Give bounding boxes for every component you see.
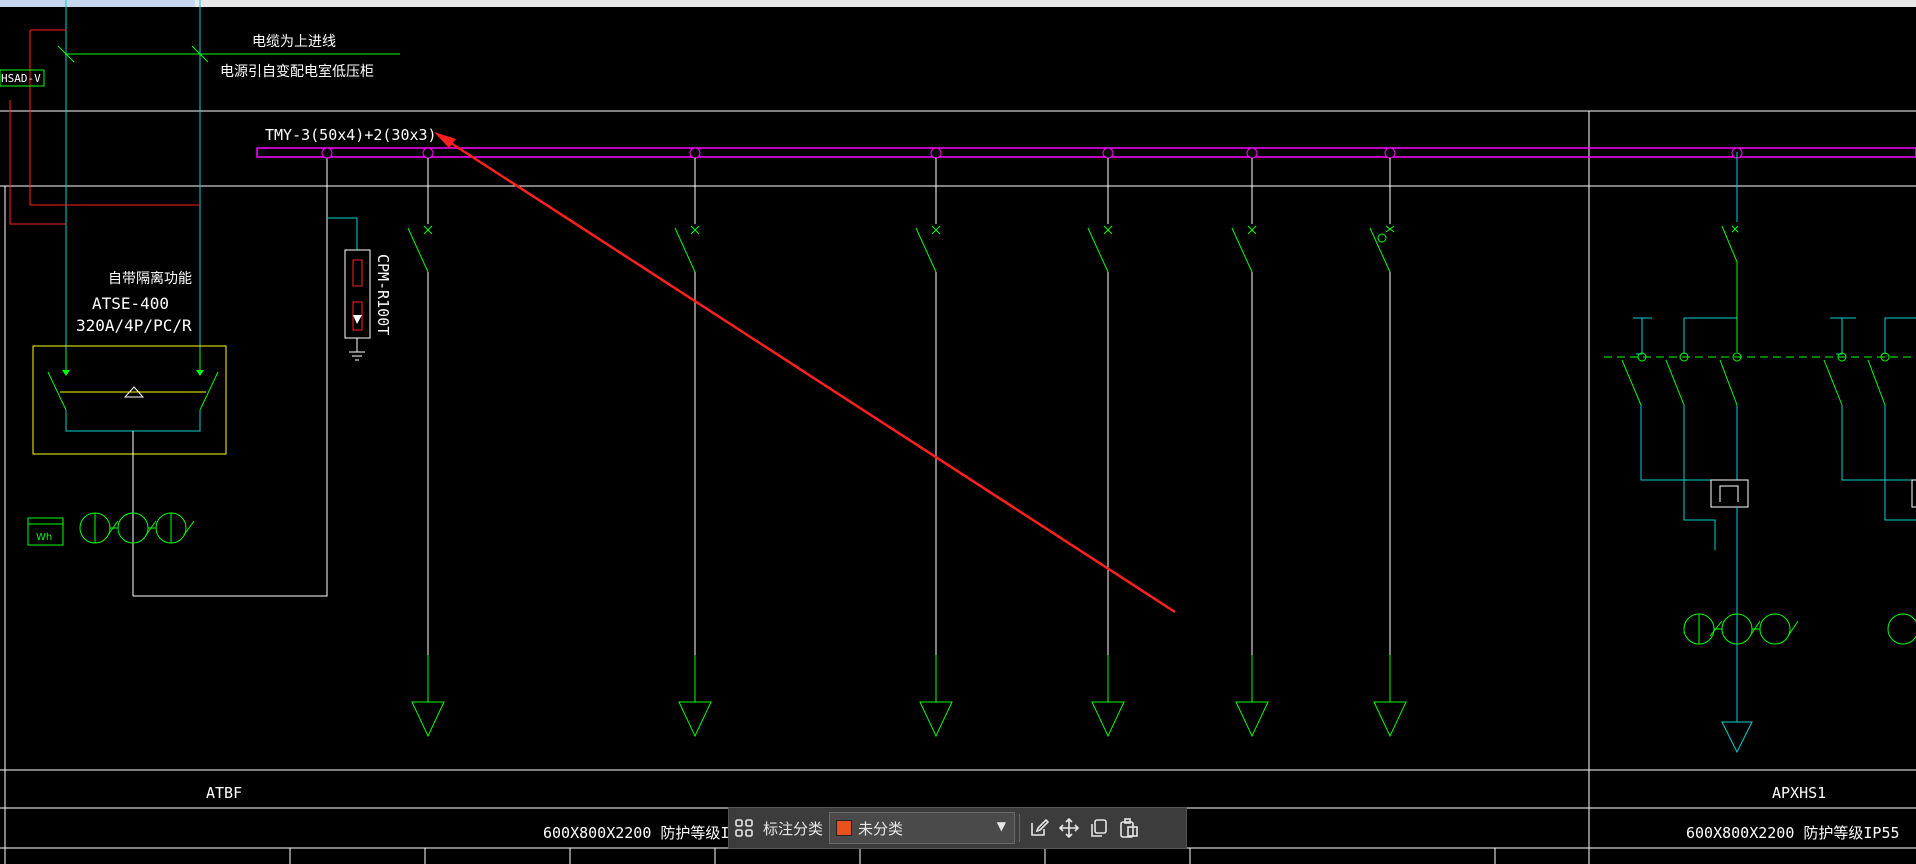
meter-label: Wh (36, 532, 52, 543)
panel-right-spec: 600X800X2200 防护等级IP55 (1686, 824, 1900, 842)
cad-drawing-canvas[interactable]: HSAD-V 电缆为上进线 电源引自变配电室低压柜 TMY-3(50x4)+2(… (0, 0, 1916, 864)
atse-model: ATSE-400 (92, 294, 169, 313)
annotation-category-label: 标注分类 (763, 819, 824, 838)
move-icon[interactable] (1054, 813, 1084, 843)
cable-note: 电缆为上进线 (252, 34, 336, 50)
red-arrow-annotation[interactable] (434, 132, 1176, 614)
atse-unit[interactable] (32, 345, 227, 596)
meter-wire (133, 153, 328, 597)
left-tag: HSAD-V (1, 72, 41, 85)
toolbar-divider (1019, 814, 1021, 842)
feeder-5[interactable] (1231, 147, 1269, 738)
svg-text:×: × (1730, 222, 1740, 236)
feeder-1[interactable] (407, 147, 445, 738)
category-color-swatch (836, 820, 853, 836)
frame-lines (0, 110, 1916, 864)
feeder-circuits (321, 147, 1743, 738)
edit-icon[interactable] (1024, 813, 1054, 843)
spd-label: CPM-R100T (374, 254, 392, 335)
surge-protector[interactable] (327, 217, 371, 361)
panel-right-name: APXHS1 (1772, 784, 1826, 802)
annotation-toolbar: 标注分类 未分类 ▼ (728, 807, 1187, 849)
feeder-2[interactable] (674, 147, 712, 738)
source-note: 电源引自变配电室低压柜 (220, 63, 374, 80)
category-select-value: 未分类 (858, 819, 904, 838)
panel-left-spec: 600X800X2200 防护等级IP55 (543, 824, 757, 842)
copy-icon[interactable] (1084, 813, 1114, 843)
grid-icon[interactable] (729, 813, 759, 843)
busbar-label: TMY-3(50x4)+2(30x3) (265, 126, 437, 144)
feeder-4[interactable] (1087, 147, 1125, 738)
panel-left-name: ATBF (206, 784, 242, 802)
busbar[interactable] (256, 147, 1916, 158)
category-select[interactable]: 未分类 ▼ (829, 812, 1016, 844)
busbar-tap (321, 147, 333, 159)
chevron-down-icon: ▼ (996, 819, 1007, 833)
atse-rating: 320A/4P/PC/R (76, 316, 192, 335)
meter-and-ct (27, 512, 195, 546)
incoming-cables (0, 0, 400, 350)
paste-icon[interactable] (1114, 813, 1144, 843)
atse-feature: 自带隔离功能 (108, 270, 192, 287)
right-panel-circuit[interactable]: × (1604, 152, 1916, 754)
feeder-3[interactable] (915, 147, 953, 738)
feeder-6[interactable] (1369, 147, 1407, 738)
